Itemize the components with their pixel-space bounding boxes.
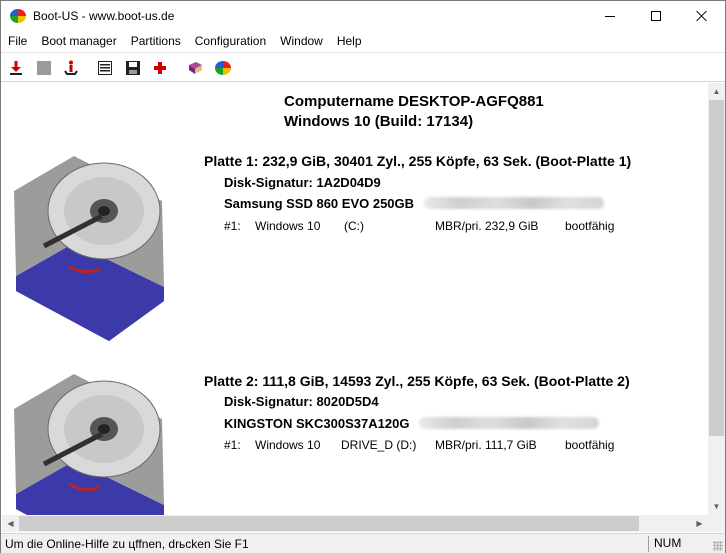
- menu-help[interactable]: Help: [330, 31, 369, 52]
- install-icon: [10, 61, 22, 75]
- disk-1-signature: Disk-Signatur: 1A2D04D9: [224, 175, 381, 190]
- status-hint: Um die Online-Hilfe zu цffnen, drьcken S…: [5, 537, 249, 551]
- partition-number: #1:: [224, 438, 241, 452]
- stop-icon: [37, 61, 51, 75]
- install-button[interactable]: [6, 58, 26, 78]
- partition-drive: DRIVE_D (D:): [341, 438, 417, 452]
- computer-name: Computername DESKTOP-AGFQ881: [284, 93, 544, 110]
- save-button[interactable]: [123, 58, 143, 78]
- menu-partitions[interactable]: Partitions: [124, 31, 188, 52]
- partition-status: bootfähig: [565, 438, 615, 452]
- disk-2-model-row: KINGSTON SKC300S37A120G: [224, 416, 600, 431]
- scroll-left-icon[interactable]: ◀: [2, 515, 19, 532]
- horizontal-scroll-thumb[interactable]: [19, 516, 639, 531]
- status-bar: Um die Online-Hilfe zu цffnen, drьcken S…: [1, 533, 725, 553]
- disk-1-model-row: Samsung SSD 860 EVO 250GB: [224, 196, 605, 211]
- os-version: Windows 10 (Build: 17134): [284, 113, 474, 130]
- num-lock-indicator: NUM: [648, 536, 710, 552]
- hard-disk-icon: [14, 156, 164, 341]
- disk-info-view[interactable]: Computername DESKTOP-AGFQ881 Windows 10 …: [2, 83, 708, 515]
- menu-boot-manager[interactable]: Boot manager: [34, 31, 123, 52]
- disk-2-signature: Disk-Signatur: 8020D5D4: [224, 394, 379, 409]
- horizontal-scrollbar[interactable]: ◀ ▶: [2, 515, 708, 532]
- vertical-scrollbar[interactable]: ▲ ▼: [708, 83, 725, 515]
- disk-1-model: Samsung SSD 860 EVO 250GB: [224, 196, 415, 211]
- toolbar-separator: [177, 58, 178, 78]
- scroll-right-icon[interactable]: ▶: [691, 515, 708, 532]
- add-button[interactable]: [150, 58, 170, 78]
- list-button[interactable]: [95, 58, 115, 78]
- window-title: Boot-US - www.boot-us.de: [33, 9, 175, 23]
- partition-status: bootfähig: [565, 219, 615, 233]
- scroll-down-icon[interactable]: ▼: [708, 498, 725, 515]
- close-button[interactable]: [679, 1, 725, 31]
- disk-2-model: KINGSTON SKC300S37A120G: [224, 416, 410, 431]
- menu-window[interactable]: Window: [273, 31, 330, 52]
- resize-grip-icon[interactable]: [713, 541, 723, 551]
- redacted-serial: [424, 197, 605, 209]
- info-icon: [64, 60, 78, 75]
- partition-type-size: MBR/pri. 111,7 GiB: [435, 438, 537, 452]
- partition-name: Windows 10: [255, 219, 321, 233]
- scroll-up-icon[interactable]: ▲: [708, 83, 725, 100]
- vertical-scroll-thumb[interactable]: [709, 100, 724, 436]
- partition-drive: (C:): [344, 219, 364, 233]
- add-icon: [154, 62, 166, 74]
- menu-file[interactable]: File: [1, 31, 34, 52]
- minimize-icon: [605, 15, 615, 17]
- maximize-button[interactable]: [633, 1, 679, 31]
- toolbar-separator: [88, 58, 89, 78]
- disk-2-title: Platte 2: 111,8 GiB, 14593 Zyl., 255 Köp…: [204, 373, 630, 389]
- partition-number: #1:: [224, 219, 241, 233]
- hard-disk-icon: [14, 374, 164, 515]
- stop-button[interactable]: [34, 58, 54, 78]
- app-logo-icon[interactable]: [10, 9, 26, 23]
- toolbar: [1, 52, 725, 82]
- title-bar[interactable]: Boot-US - www.boot-us.de: [1, 1, 725, 31]
- partition-name: Windows 10: [255, 438, 321, 452]
- list-icon: [98, 61, 112, 75]
- book-icon: [189, 62, 202, 74]
- scrollbar-corner: [708, 515, 725, 532]
- logo-icon: [215, 61, 231, 75]
- disk-1-title: Platte 1: 232,9 GiB, 30401 Zyl., 255 Köp…: [204, 153, 632, 169]
- info-button[interactable]: [61, 58, 81, 78]
- manual-button[interactable]: [185, 58, 205, 78]
- maximize-icon: [651, 11, 661, 21]
- save-icon: [126, 61, 140, 75]
- menu-configuration[interactable]: Configuration: [188, 31, 273, 52]
- app-window: Boot-US - www.boot-us.de File Boot manag…: [0, 0, 726, 553]
- website-button[interactable]: [213, 58, 233, 78]
- partition-type-size: MBR/pri. 232,9 GiB: [435, 219, 539, 233]
- close-icon: [696, 10, 708, 22]
- redacted-serial: [419, 417, 600, 429]
- minimize-button[interactable]: [587, 1, 633, 31]
- menu-bar: File Boot manager Partitions Configurati…: [1, 31, 725, 52]
